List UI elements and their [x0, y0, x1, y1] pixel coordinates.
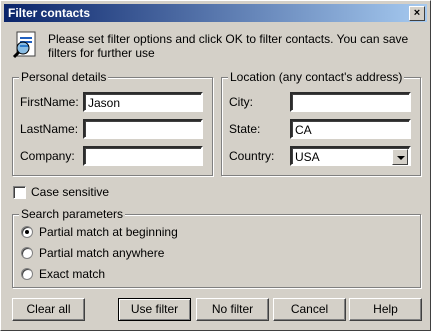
country-label: Country: — [229, 149, 275, 163]
use-filter-button[interactable]: Use filter — [118, 298, 191, 321]
search-parameters-title: Search parameters — [19, 207, 126, 221]
radio-exact-match[interactable] — [21, 268, 33, 280]
radio-partial-anywhere-label: Partial match anywhere — [39, 246, 165, 260]
location-group: Location (any contact's address) City: S… — [221, 70, 421, 176]
title-bar[interactable]: Filter contacts × — [4, 4, 427, 22]
state-input[interactable]: CA — [290, 119, 411, 139]
lastname-label: LastName: — [20, 122, 79, 136]
radio-exact-match-label: Exact match — [39, 267, 106, 281]
no-filter-button[interactable]: No filter — [196, 298, 269, 321]
personal-details-title: Personal details — [19, 70, 109, 84]
city-input[interactable] — [290, 92, 411, 112]
filter-document-icon — [12, 31, 36, 59]
personal-details-group: Personal details FirstName: Jason LastNa… — [12, 70, 213, 176]
firstname-label: FirstName: — [20, 95, 79, 109]
close-button[interactable]: × — [409, 6, 425, 21]
cancel-button[interactable]: Cancel — [273, 298, 346, 321]
radio-partial-beginning-label: Partial match at beginning — [39, 225, 178, 239]
state-label: State: — [229, 122, 261, 136]
help-button[interactable]: Help — [349, 298, 422, 321]
country-select[interactable]: USA — [290, 146, 411, 166]
country-value: USA — [295, 150, 320, 164]
case-sensitive-checkbox[interactable] — [13, 186, 26, 199]
firstname-value: Jason — [88, 96, 121, 110]
city-label: City: — [229, 95, 253, 109]
chevron-down-icon[interactable] — [392, 149, 408, 165]
clear-all-button[interactable]: Clear all — [12, 298, 85, 321]
window-title: Filter contacts — [8, 6, 91, 20]
filter-contacts-dialog: Filter contacts × Please set filter opti… — [0, 0, 431, 331]
company-label: Company: — [20, 149, 75, 163]
firstname-input[interactable]: Jason — [83, 92, 203, 112]
company-input[interactable] — [83, 146, 203, 166]
case-sensitive-label: Case sensitive — [31, 185, 110, 199]
radio-partial-beginning[interactable] — [21, 226, 33, 238]
lastname-input[interactable] — [83, 119, 203, 139]
location-title: Location (any contact's address) — [228, 70, 405, 84]
search-parameters-group: Search parameters Partial match at begin… — [12, 207, 421, 288]
info-text: Please set filter options and click OK t… — [48, 32, 409, 60]
radio-partial-anywhere[interactable] — [21, 247, 33, 259]
state-value: CA — [295, 123, 312, 137]
